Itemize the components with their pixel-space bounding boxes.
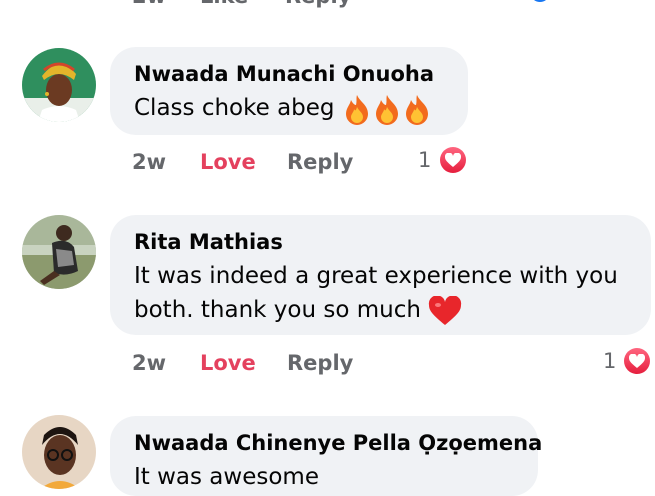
comment-author[interactable]: Nwaada Chinenye Pella Ọzọemena xyxy=(134,431,542,455)
previous-reaction-badge-icon xyxy=(531,0,548,4)
reaction-count[interactable]: 1 xyxy=(418,148,431,172)
reply-button[interactable]: Reply xyxy=(287,351,353,375)
comment-author[interactable]: Nwaada Munachi Onuoha xyxy=(134,62,434,86)
fire-emoji-icon xyxy=(375,94,398,125)
comment-text-line-1: It was indeed a great experience with yo… xyxy=(134,263,618,289)
red-heart-emoji-icon xyxy=(429,295,462,325)
avatar-nwaada-chinenye[interactable] xyxy=(22,415,96,489)
comment-text-line-2: both. thank you so much xyxy=(134,293,462,327)
fire-emoji-icon xyxy=(405,94,428,125)
love-reaction-icon[interactable] xyxy=(622,346,652,376)
fire-emoji-icon xyxy=(345,94,368,125)
comment-bubble: Rita Mathias It was indeed a great exper… xyxy=(110,215,651,335)
comment-bubble: Nwaada Munachi Onuoha Class choke abeg xyxy=(110,47,468,135)
avatar-nwaada-munachi[interactable] xyxy=(22,48,96,122)
comment-time[interactable]: 2w xyxy=(132,351,166,375)
previous-comment-time: 2w xyxy=(132,0,166,8)
love-button[interactable]: Love xyxy=(200,150,256,174)
comment-text: It was awesome xyxy=(134,464,319,490)
love-reaction-icon[interactable] xyxy=(438,145,468,175)
reaction-count[interactable]: 1 xyxy=(603,349,616,373)
comment-author[interactable]: Rita Mathias xyxy=(134,230,283,254)
reply-button[interactable]: Reply xyxy=(287,150,353,174)
love-button[interactable]: Love xyxy=(200,351,256,375)
comment-text: Class choke abeg xyxy=(134,91,432,125)
previous-like-button[interactable]: Like xyxy=(200,0,248,8)
comment-time[interactable]: 2w xyxy=(132,150,166,174)
previous-reply-button[interactable]: Reply xyxy=(285,0,351,8)
avatar-rita-mathias[interactable] xyxy=(22,215,96,289)
comment-bubble: Nwaada Chinenye Pella Ọzọemena It was aw… xyxy=(110,416,542,496)
